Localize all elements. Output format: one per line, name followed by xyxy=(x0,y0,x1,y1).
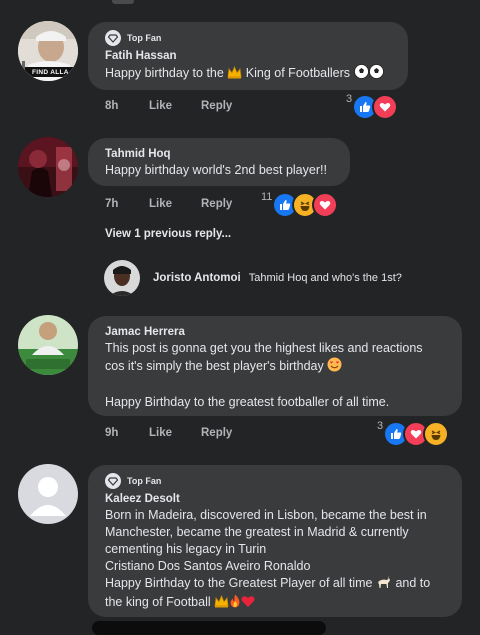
comment-text-part: Happy Birthday to the Greatest Player of… xyxy=(105,576,373,590)
comment-text-part: cos it's simply the best player's birthd… xyxy=(105,359,324,373)
comment-time[interactable]: 8h xyxy=(105,100,149,112)
comment-text-line: cos it's simply the best player's birthd… xyxy=(105,357,448,377)
diamond-icon xyxy=(105,30,121,46)
avatar[interactable] xyxy=(104,260,140,296)
comment-text: Happy birthday world's 2nd best player!! xyxy=(105,163,327,177)
goat-emoji-icon xyxy=(376,576,392,594)
soccer-ball-icon xyxy=(353,64,369,84)
comment-actions: 8h Like Reply xyxy=(105,100,232,112)
avatar[interactable] xyxy=(18,137,78,197)
comment-text-line: Born in Madeira, discovered in Lisbon, b… xyxy=(105,508,427,522)
diamond-icon xyxy=(105,473,121,489)
avatar-image xyxy=(18,315,78,375)
comment-text-part: Happy birthday to the xyxy=(105,66,224,80)
comment-author[interactable]: Jamac Herrera xyxy=(105,324,448,340)
badge-label: Top Fan xyxy=(127,476,162,486)
reply-author[interactable]: Joristo Antomoi xyxy=(153,272,241,284)
comment-actions: 7h Like Reply xyxy=(105,198,232,210)
comment-text-line: Happy Birthday to the greatest footballe… xyxy=(105,395,390,409)
like-button[interactable]: Like xyxy=(149,427,201,439)
reply-text: Tahmid Hoq and who's the 1st? xyxy=(248,272,402,284)
comment-text-line: Manchester, became the greatest in Madri… xyxy=(105,525,409,539)
haha-reaction-icon xyxy=(423,421,450,447)
view-previous-replies-link[interactable]: View 1 previous reply... xyxy=(105,228,231,240)
reaction-count: 3 xyxy=(346,93,353,105)
avatar-image xyxy=(104,260,140,296)
heart-eyes-face-icon xyxy=(327,357,342,377)
avatar-caption: FIND ALLA xyxy=(32,69,69,76)
comment-bubble: Top Fan Kaleez Desolt Born in Madeira, d… xyxy=(88,465,462,617)
comment-time[interactable]: 7h xyxy=(105,198,149,210)
reaction-count: 3 xyxy=(377,420,384,432)
comment-text-part: the king of Football xyxy=(105,595,211,609)
badge-label: Top Fan xyxy=(127,33,162,43)
comment-bubble: Top Fan Fatih Hassan Happy birthday to t… xyxy=(88,22,408,90)
reply-preview[interactable]: Joristo Antomoi Tahmid Hoq and who's the… xyxy=(104,259,402,297)
avatar[interactable]: FIND ALLA xyxy=(18,21,78,81)
comment-author[interactable]: Kaleez Desolt xyxy=(105,491,448,507)
like-button[interactable]: Like xyxy=(149,100,201,112)
comment-text-line: Cristiano Dos Santos Aveiro Ronaldo xyxy=(105,559,311,573)
avatar-image xyxy=(18,137,78,197)
comment-bubble: Tahmid Hoq Happy birthday world's 2nd be… xyxy=(88,138,350,186)
reaction-summary[interactable]: 3 xyxy=(346,93,399,120)
fire-emoji-icon xyxy=(229,594,241,613)
comment-time[interactable]: 9h xyxy=(105,427,149,439)
comment-text-line: Happy Birthday to the Greatest Player of… xyxy=(105,575,448,594)
comment-text-line: This post is gonna get you the highest l… xyxy=(105,341,423,355)
avatar[interactable] xyxy=(18,464,78,524)
comment-author[interactable]: Tahmid Hoq xyxy=(105,146,336,162)
comment-text-part: King of Footballers xyxy=(245,66,351,80)
next-comment-edge xyxy=(92,621,326,635)
comment-text-line: the king of Football xyxy=(105,594,448,613)
reaction-summary[interactable]: 11 xyxy=(261,191,339,218)
avatar[interactable] xyxy=(18,315,78,375)
reaction-summary[interactable]: 3 xyxy=(377,420,450,447)
love-reaction-icon xyxy=(372,94,399,120)
comment-text-part: and to xyxy=(395,576,431,590)
crown-emoji-icon xyxy=(214,594,229,613)
comment-author[interactable]: Fatih Hassan xyxy=(105,48,394,64)
comment-actions: 9h Like Reply xyxy=(105,427,232,439)
reply-button[interactable]: Reply xyxy=(201,198,232,210)
like-button[interactable]: Like xyxy=(149,198,201,210)
comment-text-line: cementing his legacy in Turin xyxy=(105,542,267,556)
reply-button[interactable]: Reply xyxy=(201,427,232,439)
soccer-ball-icon xyxy=(368,64,384,84)
previous-comment-edge xyxy=(112,0,134,4)
comment-bubble: Jamac Herrera This post is gonna get you… xyxy=(88,316,462,416)
top-fan-badge: Top Fan xyxy=(105,473,448,489)
comment-text: Happy birthday to the King of Footballer… xyxy=(105,64,394,84)
red-heart-emoji-icon xyxy=(241,595,255,613)
reply-button[interactable]: Reply xyxy=(201,100,232,112)
top-fan-badge: Top Fan xyxy=(105,30,394,46)
love-reaction-icon xyxy=(312,192,339,218)
default-avatar-icon xyxy=(18,464,78,524)
reaction-count: 11 xyxy=(261,191,273,203)
crown-emoji-icon xyxy=(227,65,242,84)
